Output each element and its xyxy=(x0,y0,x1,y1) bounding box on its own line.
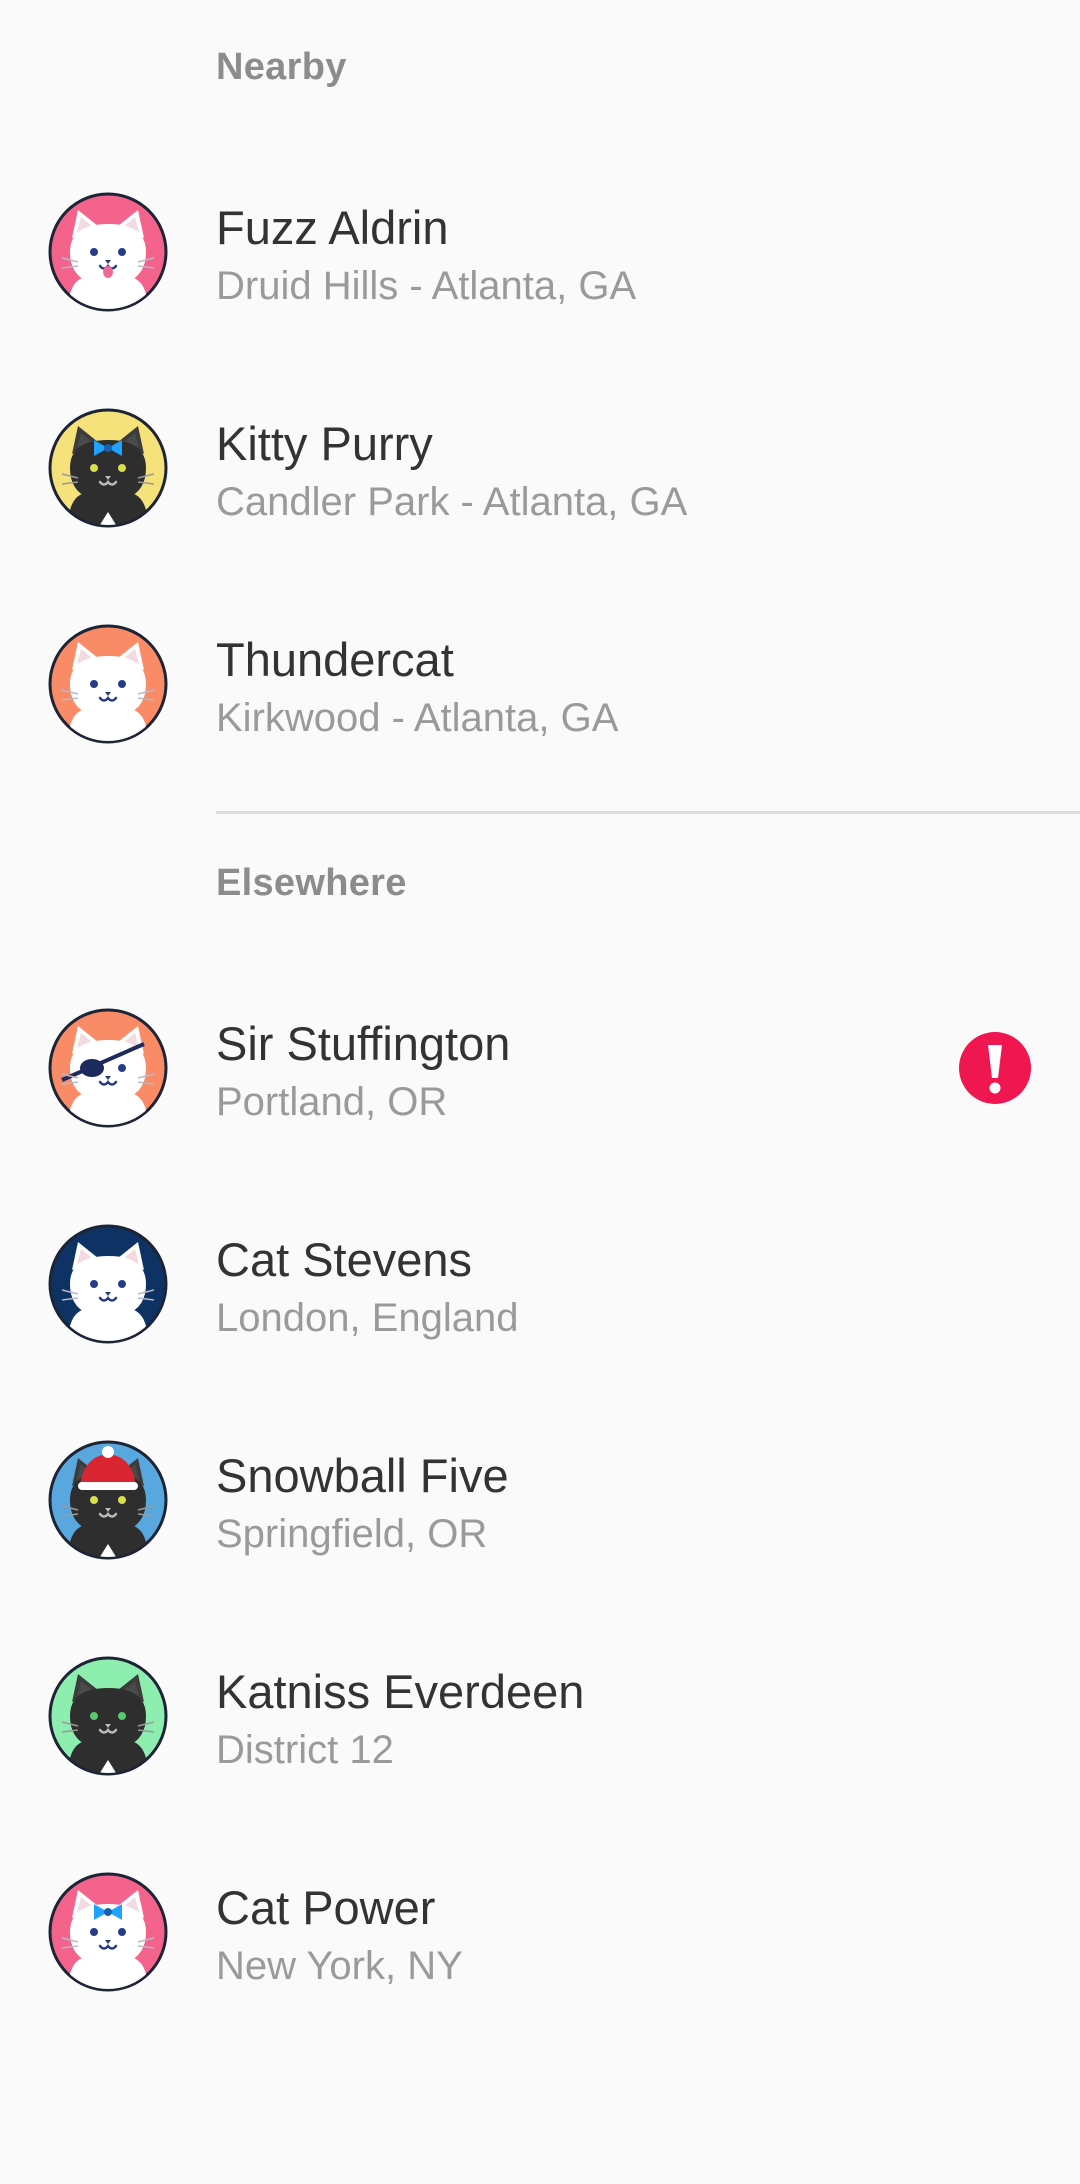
cat-face-icon xyxy=(48,1224,168,1344)
avatar xyxy=(48,408,168,528)
contact-name: Katniss Everdeen xyxy=(216,1665,585,1718)
cat-face-icon xyxy=(48,192,168,312)
section-divider xyxy=(216,811,1080,814)
cat-face-icon xyxy=(48,408,168,528)
list-item[interactable]: Sir Stuffington Portland, OR xyxy=(0,960,1080,1176)
list-item[interactable]: Thundercat Kirkwood - Atlanta, GA xyxy=(0,576,1080,792)
contact-name: Cat Power xyxy=(216,1881,436,1934)
contact-location: Springfield, OR xyxy=(216,1512,488,1556)
section-header-nearby: Nearby xyxy=(216,46,347,88)
cat-face-icon xyxy=(48,1872,168,1992)
contact-name: Thundercat xyxy=(216,633,454,686)
list-item[interactable]: Kitty Purry Candler Park - Atlanta, GA xyxy=(0,360,1080,576)
contact-location: Candler Park - Atlanta, GA xyxy=(216,480,688,524)
section-header-elsewhere: Elsewhere xyxy=(216,862,407,904)
avatar xyxy=(48,1224,168,1344)
cat-face-icon xyxy=(48,1440,168,1560)
exclamation-circle-icon[interactable] xyxy=(959,1032,1031,1104)
avatar xyxy=(48,192,168,312)
contact-name: Snowball Five xyxy=(216,1449,509,1502)
cat-face-icon xyxy=(48,624,168,744)
contact-location: Portland, OR xyxy=(216,1080,448,1124)
contact-name: Sir Stuffington xyxy=(216,1017,511,1070)
contact-location: District 12 xyxy=(216,1728,394,1772)
cat-face-icon xyxy=(48,1008,168,1128)
list-item[interactable]: Cat Power New York, NY xyxy=(0,1824,1080,2040)
contact-name: Fuzz Aldrin xyxy=(216,201,449,254)
cat-face-icon xyxy=(48,1656,168,1776)
list-item[interactable]: Katniss Everdeen District 12 xyxy=(0,1608,1080,1824)
avatar xyxy=(48,1872,168,1992)
contact-name: Cat Stevens xyxy=(216,1233,473,1286)
contact-name: Kitty Purry xyxy=(216,417,433,470)
contact-location: London, England xyxy=(216,1296,519,1340)
avatar xyxy=(48,1656,168,1776)
list-item[interactable]: Cat Stevens London, England xyxy=(0,1176,1080,1392)
contact-location: Kirkwood - Atlanta, GA xyxy=(216,696,619,740)
list-item[interactable]: Fuzz Aldrin Druid Hills - Atlanta, GA xyxy=(0,144,1080,360)
contact-location: Druid Hills - Atlanta, GA xyxy=(216,264,637,308)
list-item[interactable]: Snowball Five Springfield, OR xyxy=(0,1392,1080,1608)
contact-location: New York, NY xyxy=(216,1944,463,1988)
avatar xyxy=(48,1008,168,1128)
avatar xyxy=(48,624,168,744)
avatar xyxy=(48,1440,168,1560)
